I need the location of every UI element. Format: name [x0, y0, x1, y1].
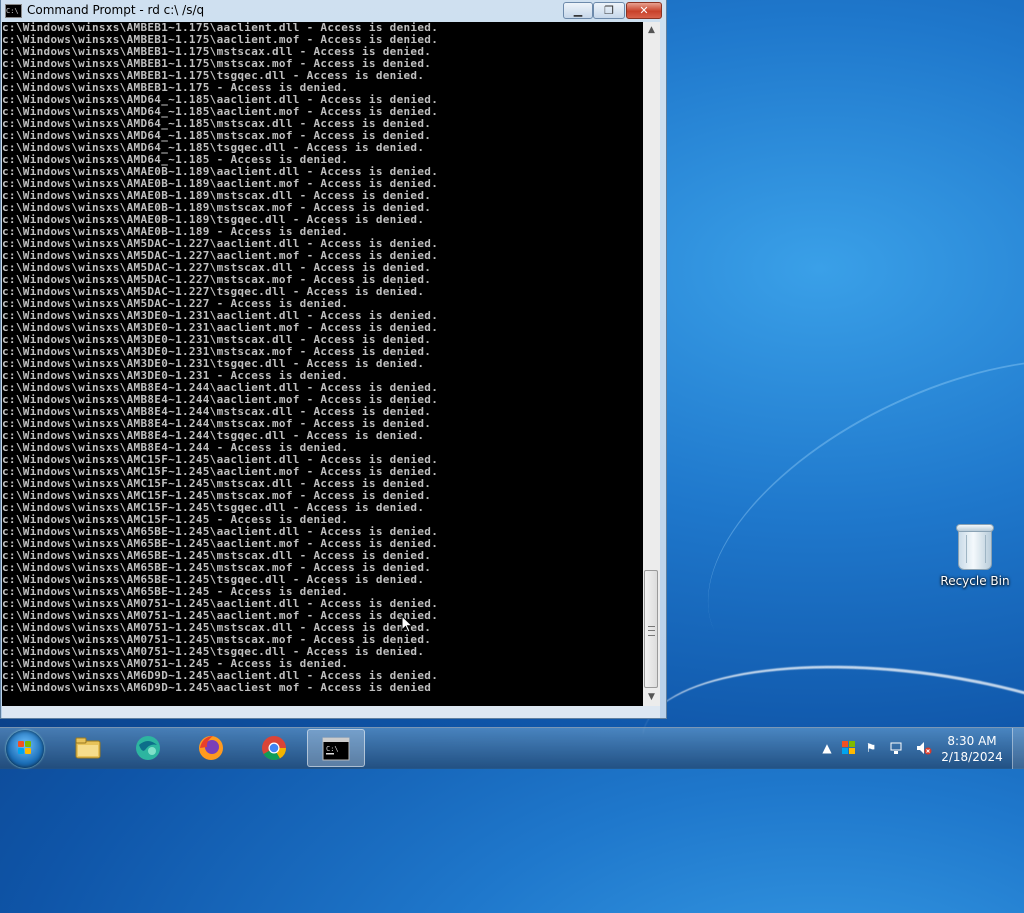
cmd-icon: C:\: [322, 737, 350, 761]
console-output[interactable]: c:\Windows\winsxs\AMBEB1~1.175\aaclient.…: [2, 22, 643, 706]
wallpaper-light-streak-lower: [628, 634, 1024, 913]
volume-muted-icon[interactable]: [916, 741, 932, 755]
clock-time: 8:30 AM: [947, 734, 997, 748]
window-bottom-border: [2, 706, 660, 718]
close-button[interactable]: ✕: [626, 2, 662, 19]
taskbar-clock[interactable]: 8:30 AM 2/18/2024: [936, 733, 1008, 765]
network-icon[interactable]: [890, 741, 904, 755]
windows-logo-icon: [18, 741, 32, 755]
firefox-icon: [199, 736, 223, 760]
taskbar-explorer[interactable]: [60, 729, 118, 767]
show-desktop-button[interactable]: [1012, 728, 1024, 769]
chrome-icon: [262, 736, 286, 761]
taskbar-chrome[interactable]: [246, 729, 304, 767]
start-button[interactable]: [6, 730, 44, 768]
title-bar[interactable]: C:\ Command Prompt - rd c:\ /s/q ▁ ❐ ✕: [1, 0, 666, 22]
folder-icon: [75, 737, 101, 759]
command-prompt-window[interactable]: C:\ Command Prompt - rd c:\ /s/q ▁ ❐ ✕ c…: [0, 0, 667, 719]
cmd-app-icon[interactable]: C:\: [5, 4, 22, 18]
taskbar-browser[interactable]: [120, 729, 178, 767]
console-line: c:\Windows\winsxs\AM6D9D~1.245\aacliest …: [2, 681, 432, 694]
scroll-down-arrow-icon[interactable]: ▼: [643, 689, 660, 706]
grip-icon: [648, 626, 655, 636]
mouse-cursor-icon: [401, 615, 413, 633]
vertical-scrollbar[interactable]: ▲ ▼: [643, 22, 660, 706]
scroll-up-arrow-icon[interactable]: ▲: [643, 22, 660, 39]
taskbar: C:\ ▲ ⚑ 8:30 AM 2/18/2024: [0, 727, 1024, 769]
scrollbar-thumb[interactable]: [644, 570, 658, 688]
globe-icon: [136, 736, 160, 760]
maximize-button[interactable]: ❐: [593, 2, 625, 19]
recycle-bin-icon: [956, 524, 994, 570]
taskbar-command-prompt[interactable]: C:\: [307, 729, 365, 767]
window-title: Command Prompt - rd c:\ /s/q: [27, 3, 205, 17]
minimize-button[interactable]: ▁: [563, 2, 593, 19]
svg-text:C:\: C:\: [326, 745, 339, 753]
show-hidden-icons-arrow-icon[interactable]: ▲: [820, 741, 834, 755]
windows-logo-tray-icon[interactable]: [842, 741, 856, 755]
taskbar-firefox[interactable]: [183, 729, 241, 767]
clock-date: 2/18/2024: [941, 750, 1003, 764]
action-center-flag-icon[interactable]: ⚑: [864, 741, 878, 755]
recycle-bin-label: Recycle Bin: [940, 574, 1010, 588]
recycle-bin[interactable]: Recycle Bin: [940, 524, 1010, 588]
